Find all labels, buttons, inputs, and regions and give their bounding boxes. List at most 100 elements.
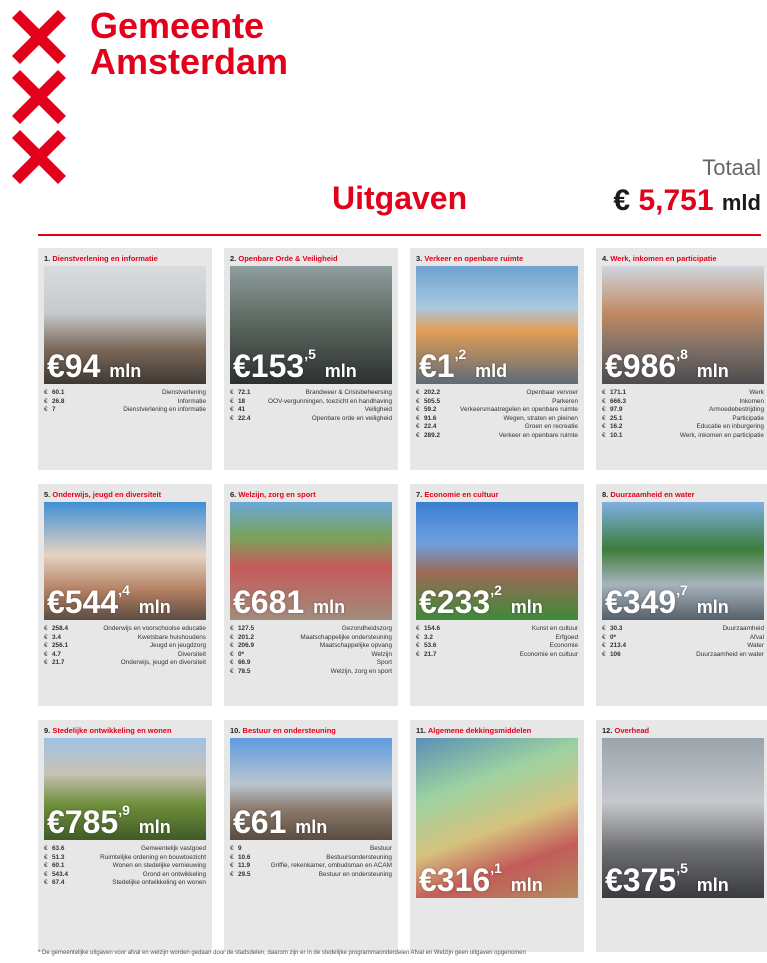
currency-symbol: €	[416, 650, 420, 658]
item-amount: 91.6	[424, 414, 437, 422]
currency-symbol: €	[416, 431, 420, 439]
currency-symbol: €	[44, 642, 48, 650]
card-item: €543.4 Grond en ontwikkeling	[44, 871, 206, 880]
card-item: €289.2 Verkeer en openbare ruimte	[416, 432, 578, 441]
currency-symbol: €	[230, 625, 234, 632]
item-label: Duurzaamheid	[722, 625, 764, 632]
card-item: €202.2 Openbaar vervoer	[416, 389, 578, 398]
card-index: 5.	[44, 490, 51, 499]
item-amount: 10.1	[610, 431, 623, 439]
card-items: €9 Bestuur €10.6 Bestuursondersteuning €11.9…	[230, 845, 392, 879]
card-amount-decimal: ,5	[676, 860, 688, 876]
item-amount: 66.9	[238, 659, 251, 667]
totaal-label: Totaal	[702, 155, 761, 180]
card-items: €258.4 Onderwijs en voorschoolse educatie…	[44, 625, 206, 668]
card-photo: €986,8 mln	[602, 266, 764, 384]
category-card: 7. Economie en cultuur €233,2 mln €154.6 Ku…	[410, 484, 584, 706]
card-item: €201.2 Maatschappelijke ondersteuning	[230, 634, 392, 643]
category-card: 10. Bestuur en ondersteuning €61 mln €9 Bes…	[224, 720, 398, 952]
currency-symbol: €	[230, 389, 234, 396]
card-wrapper: 11. Algemene dekkingsmiddelen €316,1 mln	[410, 720, 584, 952]
card-items: €30.3 Duurzaamheid €0* Afval €213.4 Water €106…	[602, 625, 764, 659]
card-amount-unit: mln	[109, 361, 142, 381]
card-item: €53.6 Economie	[416, 642, 578, 651]
totaal-number: 5,751	[638, 184, 714, 217]
item-amount: 22.4	[238, 414, 251, 422]
card-amount-unit: mln	[138, 597, 171, 617]
item-amount: 7	[52, 406, 56, 414]
item-label: Groen en recreatie	[524, 423, 578, 431]
divider	[38, 234, 761, 236]
card-items: €127.5 Gezondheidszorg €201.2 Maatschappeli…	[230, 625, 392, 677]
item-label: Welzijn	[371, 650, 392, 658]
category-card: 4. Werk, inkomen en participatie €986,8 m…	[596, 248, 767, 470]
card-wrapper: 12. Overhead €375,5 mln	[596, 720, 767, 952]
card-title-text: Werk, inkomen en participatie	[610, 254, 717, 263]
card-amount-value: €785	[47, 804, 119, 840]
card-item: €51.3 Ruimtelijke ordening en bouwtoezich…	[44, 854, 206, 863]
card-item: €11.9 Griffie, rekenkamer, ombudsman en A…	[230, 862, 392, 871]
card-wrapper: 8. Duurzaamheid en water €349,7 mln €30.3 D…	[596, 484, 767, 706]
item-amount: 21.7	[52, 659, 65, 667]
item-label: Educatie en inburgering	[696, 423, 764, 431]
card-item: €4.7 Diversiteit	[44, 651, 206, 660]
card-amount: €986,8 mln	[605, 337, 729, 384]
card-photo: €233,2 mln	[416, 502, 578, 620]
brand-name: Gemeente Amsterdam	[90, 8, 288, 80]
card-amount: €785,9 mln	[47, 793, 171, 840]
currency-symbol: €	[416, 397, 420, 405]
card-item: €91.6 Wegen, straten en pleinen	[416, 415, 578, 424]
card-item: €0* Welzijn	[230, 651, 392, 660]
card-amount: €349,7 mln	[605, 573, 729, 620]
andreas-cross-icon	[12, 10, 66, 64]
item-label: Bestuursondersteuning	[326, 853, 392, 861]
currency-symbol: €	[230, 862, 234, 870]
card-amount-decimal: ,2	[454, 346, 467, 362]
item-label: Jeugd en jeugdzorg	[149, 642, 206, 650]
category-card: 6. Welzijn, zorg en sport €681 mln €127.5 G…	[224, 484, 398, 706]
item-amount: 59.2	[424, 406, 437, 414]
item-label: Verkeer en openbare ruimte	[498, 431, 578, 439]
card-index: 2.	[230, 254, 237, 263]
card-photo: €785,9 mln	[44, 738, 206, 840]
currency-symbol: €	[416, 389, 420, 396]
card-title-text: Dienstverlening en informatie	[52, 254, 158, 263]
item-label: Werk	[749, 389, 764, 396]
card-item: €154.6 Kunst en cultuur	[416, 625, 578, 634]
card-amount-value: €94	[47, 348, 101, 384]
card-amount-decimal: ,7	[676, 582, 688, 598]
card-items: €202.2 Openbaar vervoer €505.5 Parkeren €59.…	[416, 389, 578, 441]
card-amount: €94 mln	[47, 337, 141, 384]
item-amount: 127.5	[238, 625, 254, 632]
item-amount: 543.4	[52, 870, 68, 878]
currency-symbol: €	[230, 845, 234, 852]
card-item: €171.1 Werk	[602, 389, 764, 398]
currency-symbol: €	[230, 853, 234, 861]
category-card: 9. Stedelijke ontwikkeling en wonen €785,…	[38, 720, 212, 952]
item-amount: 51.3	[52, 853, 65, 861]
currency-symbol: €	[416, 642, 420, 650]
card-item: €26.8 Informatie	[44, 398, 206, 407]
card-items: €63.6 Gemeentelijk vastgoed €51.3 Ruimtelij…	[44, 845, 206, 888]
currency-symbol: €	[416, 625, 420, 632]
card-amount-unit: mln	[510, 597, 543, 617]
card-index: 7.	[416, 490, 423, 499]
card-amount-unit: mln	[295, 817, 328, 837]
item-amount: 97.9	[610, 406, 623, 414]
item-amount: 9	[238, 845, 242, 852]
card-title: 8. Duurzaamheid en water	[602, 490, 764, 502]
card-photo: €1,2 mld	[416, 266, 578, 384]
item-label: Parkeren	[552, 397, 578, 405]
currency-symbol: €	[230, 667, 234, 675]
card-amount-decimal: ,9	[118, 802, 130, 818]
card-wrapper: 7. Economie en cultuur €233,2 mln €154.6 Ku…	[410, 484, 584, 706]
card-index: 10.	[230, 726, 241, 735]
card-item: €16.2 Educatie en inburgering	[602, 423, 764, 432]
card-amount-decimal: ,4	[118, 582, 130, 598]
currency-symbol: €	[44, 406, 48, 414]
card-amount-value: €153	[233, 348, 305, 384]
page-title: Uitgaven	[332, 180, 468, 216]
item-label: Wegen, straten en pleinen	[503, 414, 579, 422]
item-label: Stedelijke ontwikkeling en wonen	[112, 879, 206, 887]
item-label: Erfgoed	[555, 633, 578, 641]
